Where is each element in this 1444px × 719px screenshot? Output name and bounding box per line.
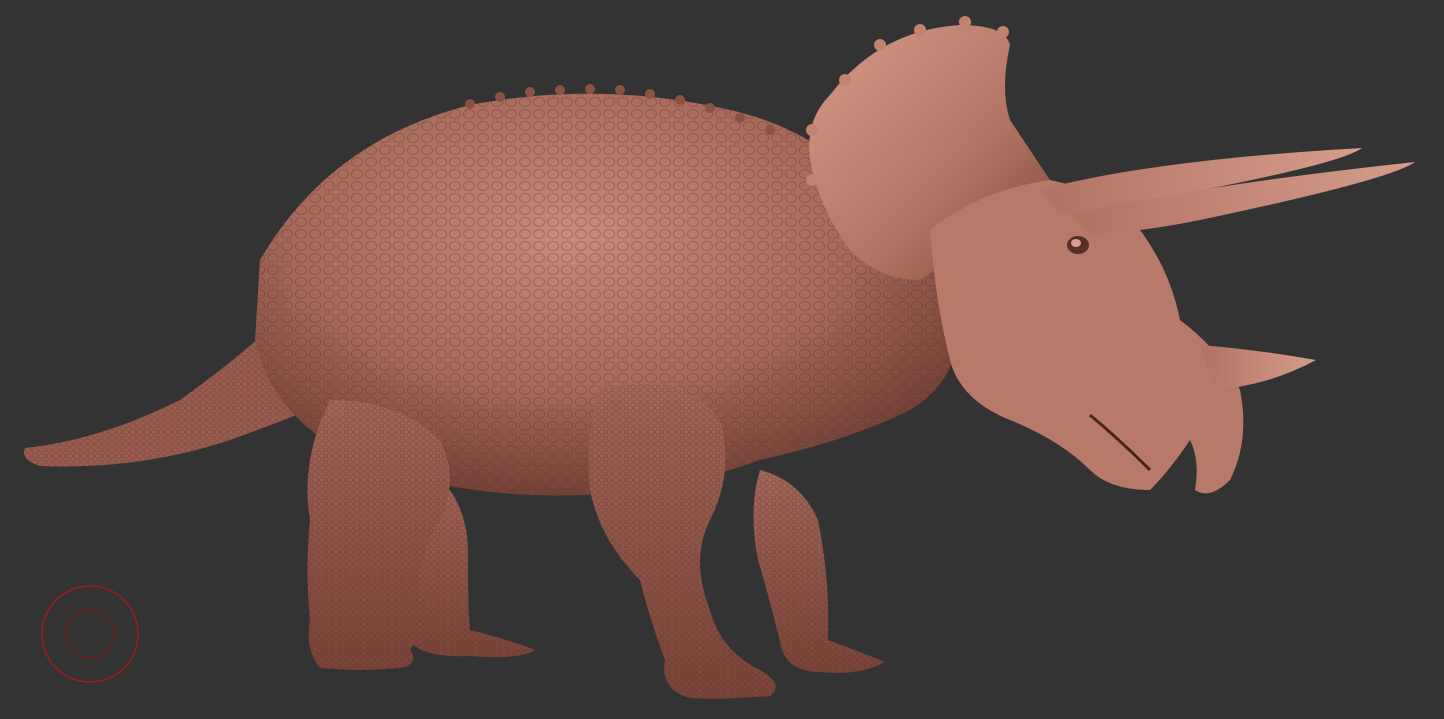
triceratops-model[interactable]: [0, 0, 1444, 719]
brush-cursor-icon[interactable]: [40, 584, 140, 684]
far-front-leg: [753, 470, 885, 673]
sculpt-viewport[interactable]: [0, 0, 1444, 719]
head: [806, 16, 1415, 494]
